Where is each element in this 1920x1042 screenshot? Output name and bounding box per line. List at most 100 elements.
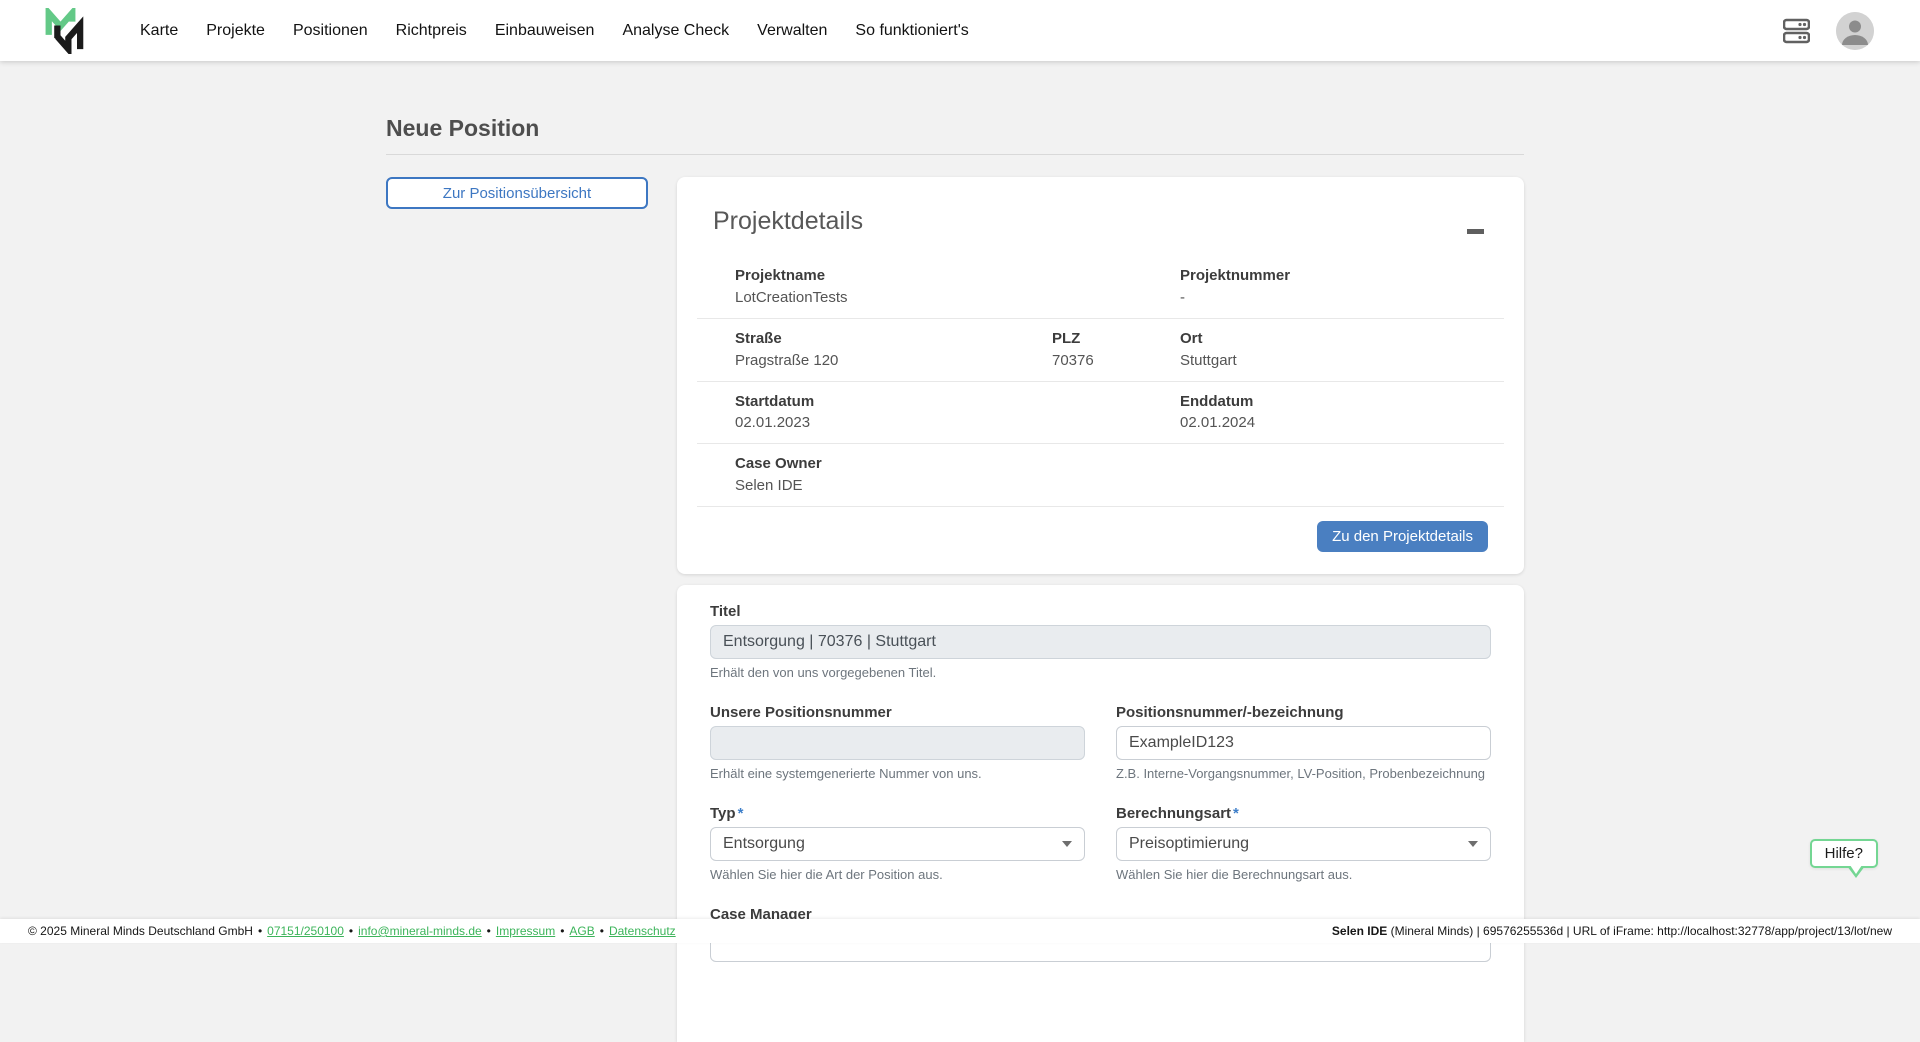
field-label: Enddatum [1180, 391, 1504, 413]
unsere-positionsnummer-field-group: Unsere Positionsnummer Erhält eine syste… [710, 704, 1085, 781]
unsere-positionsnummer-label: Unsere Positionsnummer [710, 704, 1085, 721]
field-label: Ort [1180, 328, 1504, 350]
footer-link-agb[interactable]: AGB [569, 924, 594, 938]
help-button-label: Hilfe? [1825, 845, 1863, 862]
left-column: Zur Positionsübersicht [386, 177, 648, 209]
session-info: Selen IDE (Mineral Minds) | 69576255536d… [1332, 924, 1892, 938]
separator-dot: • [487, 924, 491, 938]
top-navbar: Karte Projekte Positionen Richtpreis Ein… [0, 0, 1920, 61]
typ-field-group: Typ* Entsorgung Wählen Sie hier die Art … [710, 805, 1085, 882]
page-footer: © 2025 Mineral Minds Deutschland GmbH • … [0, 919, 1920, 943]
table-row: Case Owner Selen IDE [697, 444, 1504, 507]
footer-link-email[interactable]: info@mineral-minds.de [358, 924, 482, 938]
table-row: Straße Pragstraße 120 PLZ 70376 Ort Stut… [697, 319, 1504, 382]
positionsnummer-input[interactable] [1116, 726, 1491, 760]
field-projektnummer: Projektnummer - [1142, 256, 1504, 318]
unsere-positionsnummer-input [710, 726, 1085, 760]
berechnungsart-label: Berechnungsart* [1116, 805, 1491, 822]
unsere-positionsnummer-helper-text: Erhält eine systemgenerierte Nummer von … [710, 766, 1085, 781]
nav-item-einbauweisen[interactable]: Einbauweisen [495, 22, 595, 40]
nav-item-projekte[interactable]: Projekte [206, 22, 265, 40]
berechnungsart-select-value: Preisoptimierung [1129, 835, 1249, 853]
typ-helper-text: Wählen Sie hier die Art der Position aus… [710, 867, 1085, 882]
typ-select[interactable]: Entsorgung [710, 827, 1085, 861]
field-value: - [1180, 287, 1504, 308]
bubble-tail-icon [1850, 865, 1862, 874]
nav-item-so-funktionierts[interactable]: So funktioniert's [855, 22, 968, 40]
field-value: LotCreationTests [735, 287, 1142, 308]
typ-label: Typ* [710, 805, 1085, 822]
field-label: Straße [735, 328, 1014, 350]
field-label: PLZ [1052, 328, 1142, 350]
field-value: Pragstraße 120 [735, 350, 1014, 371]
position-overview-button[interactable]: Zur Positionsübersicht [386, 177, 648, 209]
help-button[interactable]: Hilfe? [1810, 839, 1878, 868]
project-details-table: Projektname LotCreationTests Projektnumm… [697, 256, 1504, 507]
page-title: Neue Position [386, 115, 1524, 142]
field-label: Projektname [735, 265, 1142, 287]
field-label: Projektnummer [1180, 265, 1504, 287]
separator-dot: • [560, 924, 564, 938]
collapse-card-button[interactable] [1463, 225, 1488, 238]
field-value: Stuttgart [1180, 350, 1504, 371]
nav-item-analyse-check[interactable]: Analyse Check [622, 22, 729, 40]
project-details-card: Projektdetails Projektname LotCreationTe… [677, 177, 1524, 574]
field-strasse: Straße Pragstraße 120 [697, 319, 1014, 381]
field-ort: Ort Stuttgart [1142, 319, 1504, 381]
main-content: Neue Position Zur Positionsübersicht Pro… [386, 61, 1524, 1042]
nav-item-karte[interactable]: Karte [140, 22, 178, 40]
field-value: Selen IDE [735, 475, 1504, 496]
separator-dot: • [349, 924, 353, 938]
titel-label: Titel [710, 603, 1491, 620]
separator-dot: • [600, 924, 604, 938]
server-stack-icon[interactable] [1783, 18, 1810, 44]
chevron-down-icon [1062, 841, 1072, 847]
berechnungsart-label-text: Berechnungsart [1116, 805, 1231, 822]
field-value: 70376 [1052, 350, 1142, 371]
copyright-text: © 2025 Mineral Minds Deutschland GmbH [28, 924, 253, 938]
field-value: 02.01.2024 [1180, 412, 1504, 433]
session-details: (Mineral Minds) | 69576255536d | URL of … [1387, 924, 1892, 938]
user-avatar[interactable] [1836, 12, 1874, 50]
positionsnummer-label: Positionsnummer/-bezeichnung [1116, 704, 1491, 721]
user-avatar-icon [1836, 12, 1874, 50]
minus-icon [1467, 229, 1484, 234]
berechnungsart-helper-text: Wählen Sie hier die Berechnungsart aus. [1116, 867, 1491, 882]
main-navigation: Karte Projekte Positionen Richtpreis Ein… [140, 22, 969, 40]
typ-label-text: Typ [710, 805, 736, 822]
field-value: 02.01.2023 [735, 412, 1142, 433]
project-details-title: Projektdetails [713, 207, 863, 236]
field-enddatum: Enddatum 02.01.2024 [1142, 382, 1504, 444]
required-asterisk: * [1233, 805, 1239, 822]
footer-legal: © 2025 Mineral Minds Deutschland GmbH • … [28, 924, 676, 938]
field-projektname: Projektname LotCreationTests [697, 256, 1142, 318]
berechnungsart-select[interactable]: Preisoptimierung [1116, 827, 1491, 861]
new-position-form-card: Titel Erhält den von uns vorgegebenen Ti… [677, 585, 1524, 1042]
field-case-owner: Case Owner Selen IDE [697, 444, 1504, 506]
footer-link-datenschutz[interactable]: Datenschutz [609, 924, 676, 938]
titel-input [710, 625, 1491, 659]
required-asterisk: * [738, 805, 744, 822]
field-label: Startdatum [735, 391, 1142, 413]
nav-item-positionen[interactable]: Positionen [293, 22, 368, 40]
field-startdatum: Startdatum 02.01.2023 [697, 382, 1142, 444]
table-row: Startdatum 02.01.2023 Enddatum 02.01.202… [697, 382, 1504, 445]
typ-select-value: Entsorgung [723, 835, 805, 853]
footer-link-impressum[interactable]: Impressum [496, 924, 555, 938]
mineral-minds-logo-icon[interactable] [44, 8, 88, 54]
positionsnummer-helper-text: Z.B. Interne-Vorgangsnummer, LV-Position… [1116, 766, 1491, 781]
footer-link-phone[interactable]: 07151/250100 [267, 924, 344, 938]
navbar-actions [1783, 12, 1874, 50]
titel-helper-text: Erhält den von uns vorgegebenen Titel. [710, 665, 1491, 680]
session-user-name: Selen IDE [1332, 924, 1387, 938]
nav-item-richtpreis[interactable]: Richtpreis [396, 22, 467, 40]
title-divider [386, 154, 1524, 155]
table-row: Projektname LotCreationTests Projektnumm… [697, 256, 1504, 319]
titel-field-group: Titel Erhält den von uns vorgegebenen Ti… [710, 603, 1491, 680]
field-label: Case Owner [735, 453, 1504, 475]
positionsnummer-field-group: Positionsnummer/-bezeichnung Z.B. Intern… [1116, 704, 1491, 781]
nav-item-verwalten[interactable]: Verwalten [757, 22, 827, 40]
go-to-project-details-button[interactable]: Zu den Projektdetails [1317, 521, 1488, 552]
right-column: Projektdetails Projektname LotCreationTe… [677, 177, 1524, 1042]
chevron-down-icon [1468, 841, 1478, 847]
